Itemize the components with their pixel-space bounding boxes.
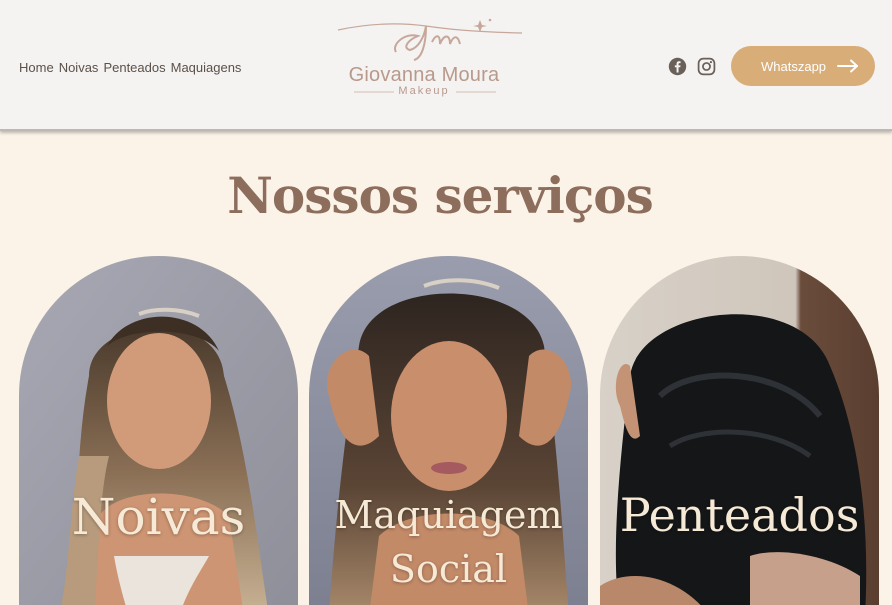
brand-logo[interactable]: Giovanna Moura Makeup bbox=[336, 14, 526, 100]
services-title: Nossos serviços bbox=[227, 166, 654, 225]
social-links bbox=[668, 57, 716, 76]
whatsapp-button-label: Whatszapp bbox=[761, 58, 827, 74]
service-card-noivas[interactable]: Noivas bbox=[19, 256, 298, 605]
nav-noivas[interactable]: Noivas bbox=[59, 60, 99, 75]
site-header: Home Noivas Penteados Maquiagens Giovann… bbox=[0, 0, 892, 131]
card-label-noivas: Noivas bbox=[71, 488, 246, 546]
arrow-right-icon bbox=[837, 59, 858, 73]
nav-maquiagens[interactable]: Maquiagens bbox=[171, 60, 242, 75]
penteados-photo bbox=[600, 256, 879, 605]
nav-penteados[interactable]: Penteados bbox=[103, 60, 165, 75]
card-label-maquiagem-social: Maquiagem Social bbox=[309, 488, 588, 596]
whatsapp-button[interactable]: Whatszapp bbox=[731, 46, 875, 86]
noivas-photo bbox=[19, 256, 298, 605]
logo-monogram bbox=[337, 18, 523, 61]
service-card-maquiagem-social[interactable]: Maquiagem Social bbox=[309, 256, 588, 605]
main-nav: Home Noivas Penteados Maquiagens bbox=[19, 60, 241, 75]
logo-subtitle: Makeup bbox=[398, 85, 450, 97]
card-label-line1: Maquiagem bbox=[334, 493, 563, 537]
service-card-penteados[interactable]: Penteados bbox=[600, 256, 879, 605]
card-label-line2: Social bbox=[389, 547, 508, 591]
card-label-penteados: Penteados bbox=[619, 488, 860, 542]
nav-home[interactable]: Home bbox=[19, 60, 54, 75]
facebook-icon[interactable] bbox=[668, 57, 687, 76]
instagram-icon[interactable] bbox=[697, 57, 716, 76]
